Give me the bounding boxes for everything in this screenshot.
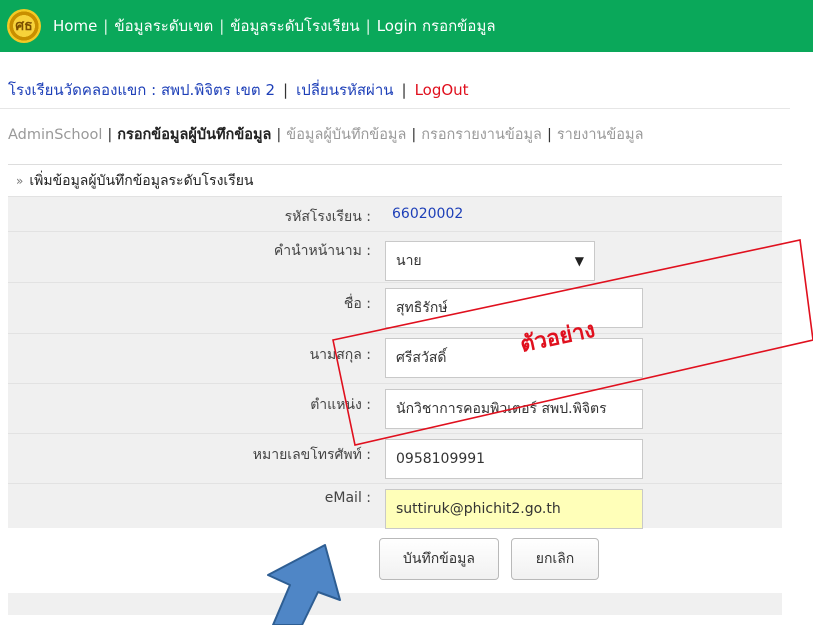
annotation-overlay: ตัวอย่าง bbox=[267, 239, 813, 625]
pointer-arrow-icon bbox=[267, 544, 341, 625]
example-stamp-text: ตัวอย่าง bbox=[518, 318, 597, 358]
